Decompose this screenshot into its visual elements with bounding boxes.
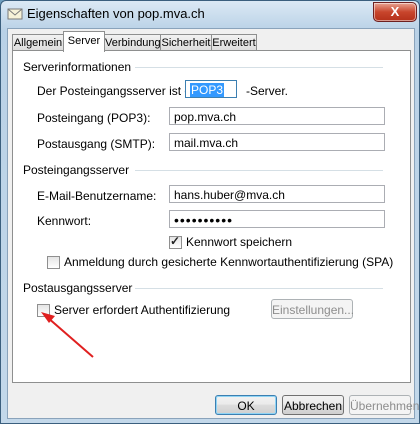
mail-account-icon — [7, 8, 23, 20]
tab-server[interactable]: Server — [63, 31, 105, 52]
cancel-button[interactable]: Abbrechen — [282, 395, 344, 415]
title-bar[interactable]: Eigenschaften von pop.mva.ch X — [1, 1, 419, 27]
tab-sicherheit[interactable]: Sicherheit — [160, 34, 212, 51]
tab-verbindung[interactable]: Verbindung — [104, 34, 161, 51]
close-button[interactable]: X — [373, 2, 417, 22]
tab-erweitert[interactable]: Erweitert — [211, 34, 257, 51]
dialog-client-area: Allgemein Server Verbindung Sicherheit E… — [7, 28, 419, 419]
tab-allgemein[interactable]: Allgemein — [12, 34, 64, 51]
server-tab-panel: Serverinformationen Der Posteingangsserv… — [12, 50, 411, 383]
apply-button[interactable]: Übernehmen — [349, 395, 419, 415]
window-title: Eigenschaften von pop.mva.ch — [27, 6, 205, 21]
annotation-arrow-icon — [41, 312, 94, 358]
ok-button[interactable]: OK — [215, 395, 277, 415]
properties-dialog: Eigenschaften von pop.mva.ch X Allgemein… — [0, 0, 420, 424]
